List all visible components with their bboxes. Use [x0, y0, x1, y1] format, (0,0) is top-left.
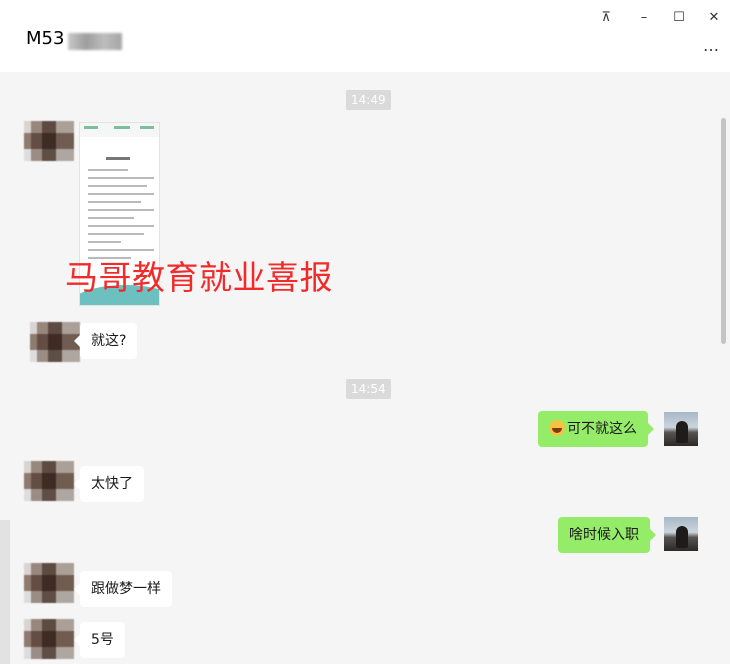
incoming-message[interactable]: 跟做梦一样: [74, 571, 172, 607]
incoming-message[interactable]: 太快了: [74, 466, 144, 502]
image-overlay-caption: 马哥教育就业喜报: [65, 258, 333, 297]
timestamp: 14:49: [346, 90, 391, 110]
outgoing-message[interactable]: 可不就这么: [538, 411, 654, 447]
contact-name[interactable]: M53: [26, 28, 64, 49]
pin-icon[interactable]: ⊼: [598, 10, 614, 26]
incoming-message[interactable]: 5号: [74, 622, 125, 658]
screenshot-heading: [106, 157, 130, 160]
timestamp: 14:54: [346, 379, 391, 399]
close-icon[interactable]: ✕: [706, 10, 722, 26]
outgoing-message[interactable]: 啥时候入职: [558, 517, 656, 553]
minimize-icon[interactable]: –: [636, 10, 652, 26]
peer-avatar[interactable]: [24, 619, 74, 659]
incoming-message[interactable]: 就这?: [73, 323, 138, 359]
maximize-icon[interactable]: ☐: [671, 10, 687, 26]
peer-avatar[interactable]: [24, 121, 74, 161]
peer-avatar[interactable]: [30, 322, 80, 362]
grinning-tears-emoji: [549, 420, 565, 436]
more-options-icon[interactable]: …: [703, 36, 720, 55]
chat-title-bar: M53 ⊼ – ☐ ✕ …: [0, 0, 730, 72]
screenshot-status-bar: [80, 123, 159, 137]
chat-scrollbar[interactable]: [721, 118, 726, 344]
redacted-name: [68, 33, 122, 50]
outgoing-message-text: 可不就这么: [567, 421, 637, 437]
peer-avatar[interactable]: [24, 563, 74, 603]
left-edge-shadow: [0, 520, 10, 664]
self-avatar[interactable]: [664, 517, 698, 551]
self-avatar[interactable]: [664, 412, 698, 446]
peer-avatar[interactable]: [24, 461, 74, 501]
